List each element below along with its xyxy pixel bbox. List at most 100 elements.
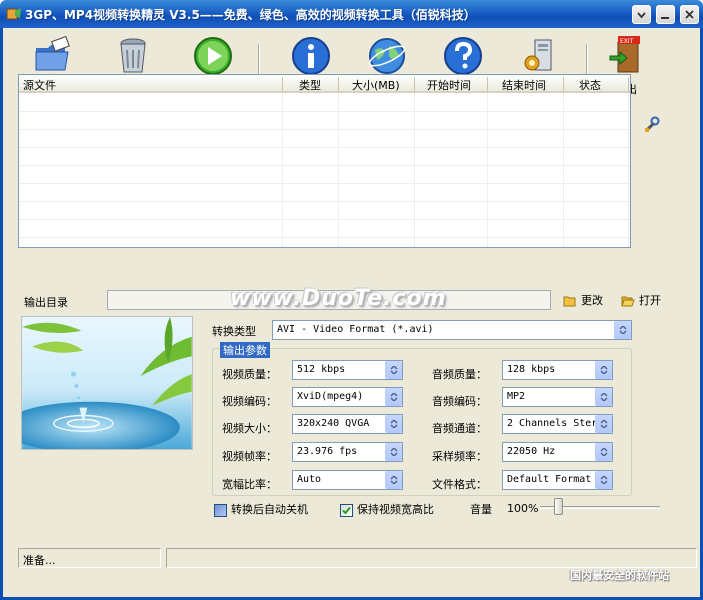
title-bar: 3GP、MP4视频转换精灵 V3.5——免费、绿色、高效的视频转换工具（佰锐科技… [0, 0, 703, 28]
folder-icon [563, 296, 576, 307]
dropdown-arrow[interactable] [595, 361, 612, 379]
chevron-updown-icon [390, 393, 398, 401]
sample-rate-value: 22050 Hz [507, 446, 556, 457]
file-list-header: 源文件 类型 大小(MB) 开始时间 结束时间 状态 [19, 75, 630, 93]
audio-channels-select[interactable]: 2 Channels Stere [502, 414, 613, 434]
audio-quality-value: 128 kbps [507, 364, 556, 375]
close-icon [685, 10, 694, 19]
video-quality-select[interactable]: 512 kbps [292, 360, 403, 380]
open-folder-icon [621, 296, 635, 307]
dropdown-arrow[interactable] [385, 388, 402, 406]
corner-watermark: 国内最安全的软件站 [570, 569, 669, 582]
dropdown-arrow[interactable] [595, 443, 612, 461]
dropdown-button[interactable] [632, 5, 651, 24]
window-title: 3GP、MP4视频转换精灵 V3.5——免费、绿色、高效的视频转换工具（佰锐科技… [25, 8, 476, 22]
convert-type-select[interactable]: AVI - Video Format (*.avi) [272, 320, 632, 340]
aspect-ratio-value: Auto [297, 474, 322, 485]
video-framerate-label: 视频帧率： [222, 450, 277, 463]
close-button[interactable] [680, 5, 699, 24]
volume-slider-thumb[interactable] [554, 498, 563, 515]
minimize-icon [661, 17, 669, 19]
col-source-file[interactable]: 源文件 [23, 77, 56, 93]
chevron-updown-icon [390, 476, 398, 484]
output-params-title: 输出参数 [220, 342, 270, 358]
auto-shutdown-checkbox[interactable]: 转换后自动关机 [214, 501, 308, 517]
chevron-updown-icon [600, 448, 608, 456]
chevron-updown-icon [390, 366, 398, 374]
status-panel-progress [166, 548, 697, 568]
audio-codec-select[interactable]: MP2 [502, 387, 613, 407]
video-size-label: 视频大小： [222, 422, 277, 435]
file-list[interactable]: 源文件 类型 大小(MB) 开始时间 结束时间 状态 [18, 74, 631, 248]
col-size[interactable]: 大小(MB) [352, 77, 400, 93]
watermark-text: www.DuoTe.com [230, 286, 447, 311]
audio-quality-select[interactable]: 128 kbps [502, 360, 613, 380]
col-status[interactable]: 状态 [579, 77, 601, 93]
video-quality-label: 视频质量： [222, 368, 277, 381]
app-icon [6, 8, 21, 20]
col-end-time[interactable]: 结束时间 [502, 77, 546, 93]
video-framerate-value: 23.976 fps [297, 446, 358, 457]
dropdown-arrow[interactable] [385, 443, 402, 461]
svg-text:EXIT: EXIT [620, 38, 634, 45]
auto-shutdown-label: 转换后自动关机 [231, 503, 308, 516]
volume-value: 100% [507, 502, 539, 515]
chevron-updown-icon [390, 420, 398, 428]
file-format-value: Default Format [507, 474, 592, 485]
tools-icon[interactable] [643, 116, 661, 134]
video-size-value: 320x240 QVGA [297, 418, 370, 429]
file-format-select[interactable]: Default Format [502, 470, 613, 490]
convert-type-value: AVI - Video Format (*.avi) [277, 324, 434, 335]
keep-aspect-checkbox[interactable]: 保持视频宽高比 [340, 501, 434, 517]
audio-channels-label: 音频通道： [432, 422, 487, 435]
sample-rate-label: 采样频率： [432, 450, 487, 463]
change-dir-button[interactable]: 更改 [563, 292, 603, 308]
play-icon [194, 37, 232, 75]
sample-rate-select[interactable]: 22050 Hz [502, 442, 613, 462]
video-codec-label: 视频编码： [222, 395, 277, 408]
minimize-button[interactable] [656, 5, 675, 24]
change-label: 更改 [581, 294, 603, 307]
dropdown-arrow[interactable] [385, 361, 402, 379]
audio-channels-value: 2 Channels Stere [507, 418, 604, 429]
open-label: 打开 [639, 294, 661, 307]
video-codec-select[interactable]: XviD(mpeg4) [292, 387, 403, 407]
chevron-updown-icon [600, 420, 608, 428]
chevron-down-icon [637, 12, 646, 19]
chevron-updown-icon [619, 326, 627, 334]
checkmark-icon [342, 506, 351, 514]
volume-label: 音量 [470, 503, 492, 516]
folder-add-icon [35, 36, 70, 71]
status-text: 准备... [23, 554, 56, 567]
dropdown-arrow[interactable] [385, 415, 402, 433]
chevron-updown-icon [600, 476, 608, 484]
dropdown-arrow[interactable] [595, 471, 612, 489]
dropdown-arrow[interactable] [385, 471, 402, 489]
audio-codec-label: 音频编码： [432, 395, 487, 408]
dropdown-arrow[interactable] [595, 415, 612, 433]
video-size-select[interactable]: 320x240 QVGA [292, 414, 403, 434]
col-type[interactable]: 类型 [299, 77, 321, 93]
globe-icon [368, 38, 406, 74]
aspect-ratio-select[interactable]: Auto [292, 470, 403, 490]
dropdown-arrow[interactable] [614, 321, 631, 339]
info-icon [292, 37, 330, 75]
video-quality-value: 512 kbps [297, 364, 346, 375]
video-framerate-select[interactable]: 23.976 fps [292, 442, 403, 462]
open-dir-button[interactable]: 打开 [621, 292, 661, 308]
checkbox-box[interactable] [214, 503, 227, 517]
audio-codec-value: MP2 [507, 391, 526, 402]
dropdown-arrow[interactable] [595, 388, 612, 406]
col-start-time[interactable]: 开始时间 [427, 77, 471, 93]
help-icon [444, 37, 482, 75]
video-codec-value: XviD(mpeg4) [297, 391, 364, 402]
chevron-updown-icon [600, 393, 608, 401]
computer-settings-icon [524, 39, 552, 71]
preview-image [21, 316, 193, 450]
audio-quality-label: 音频质量： [432, 368, 487, 381]
chevron-updown-icon [600, 366, 608, 374]
file-format-label: 文件格式： [432, 478, 487, 491]
checkbox-box[interactable] [340, 503, 353, 517]
trash-icon [120, 38, 146, 73]
keep-aspect-label: 保持视频宽高比 [357, 503, 434, 516]
